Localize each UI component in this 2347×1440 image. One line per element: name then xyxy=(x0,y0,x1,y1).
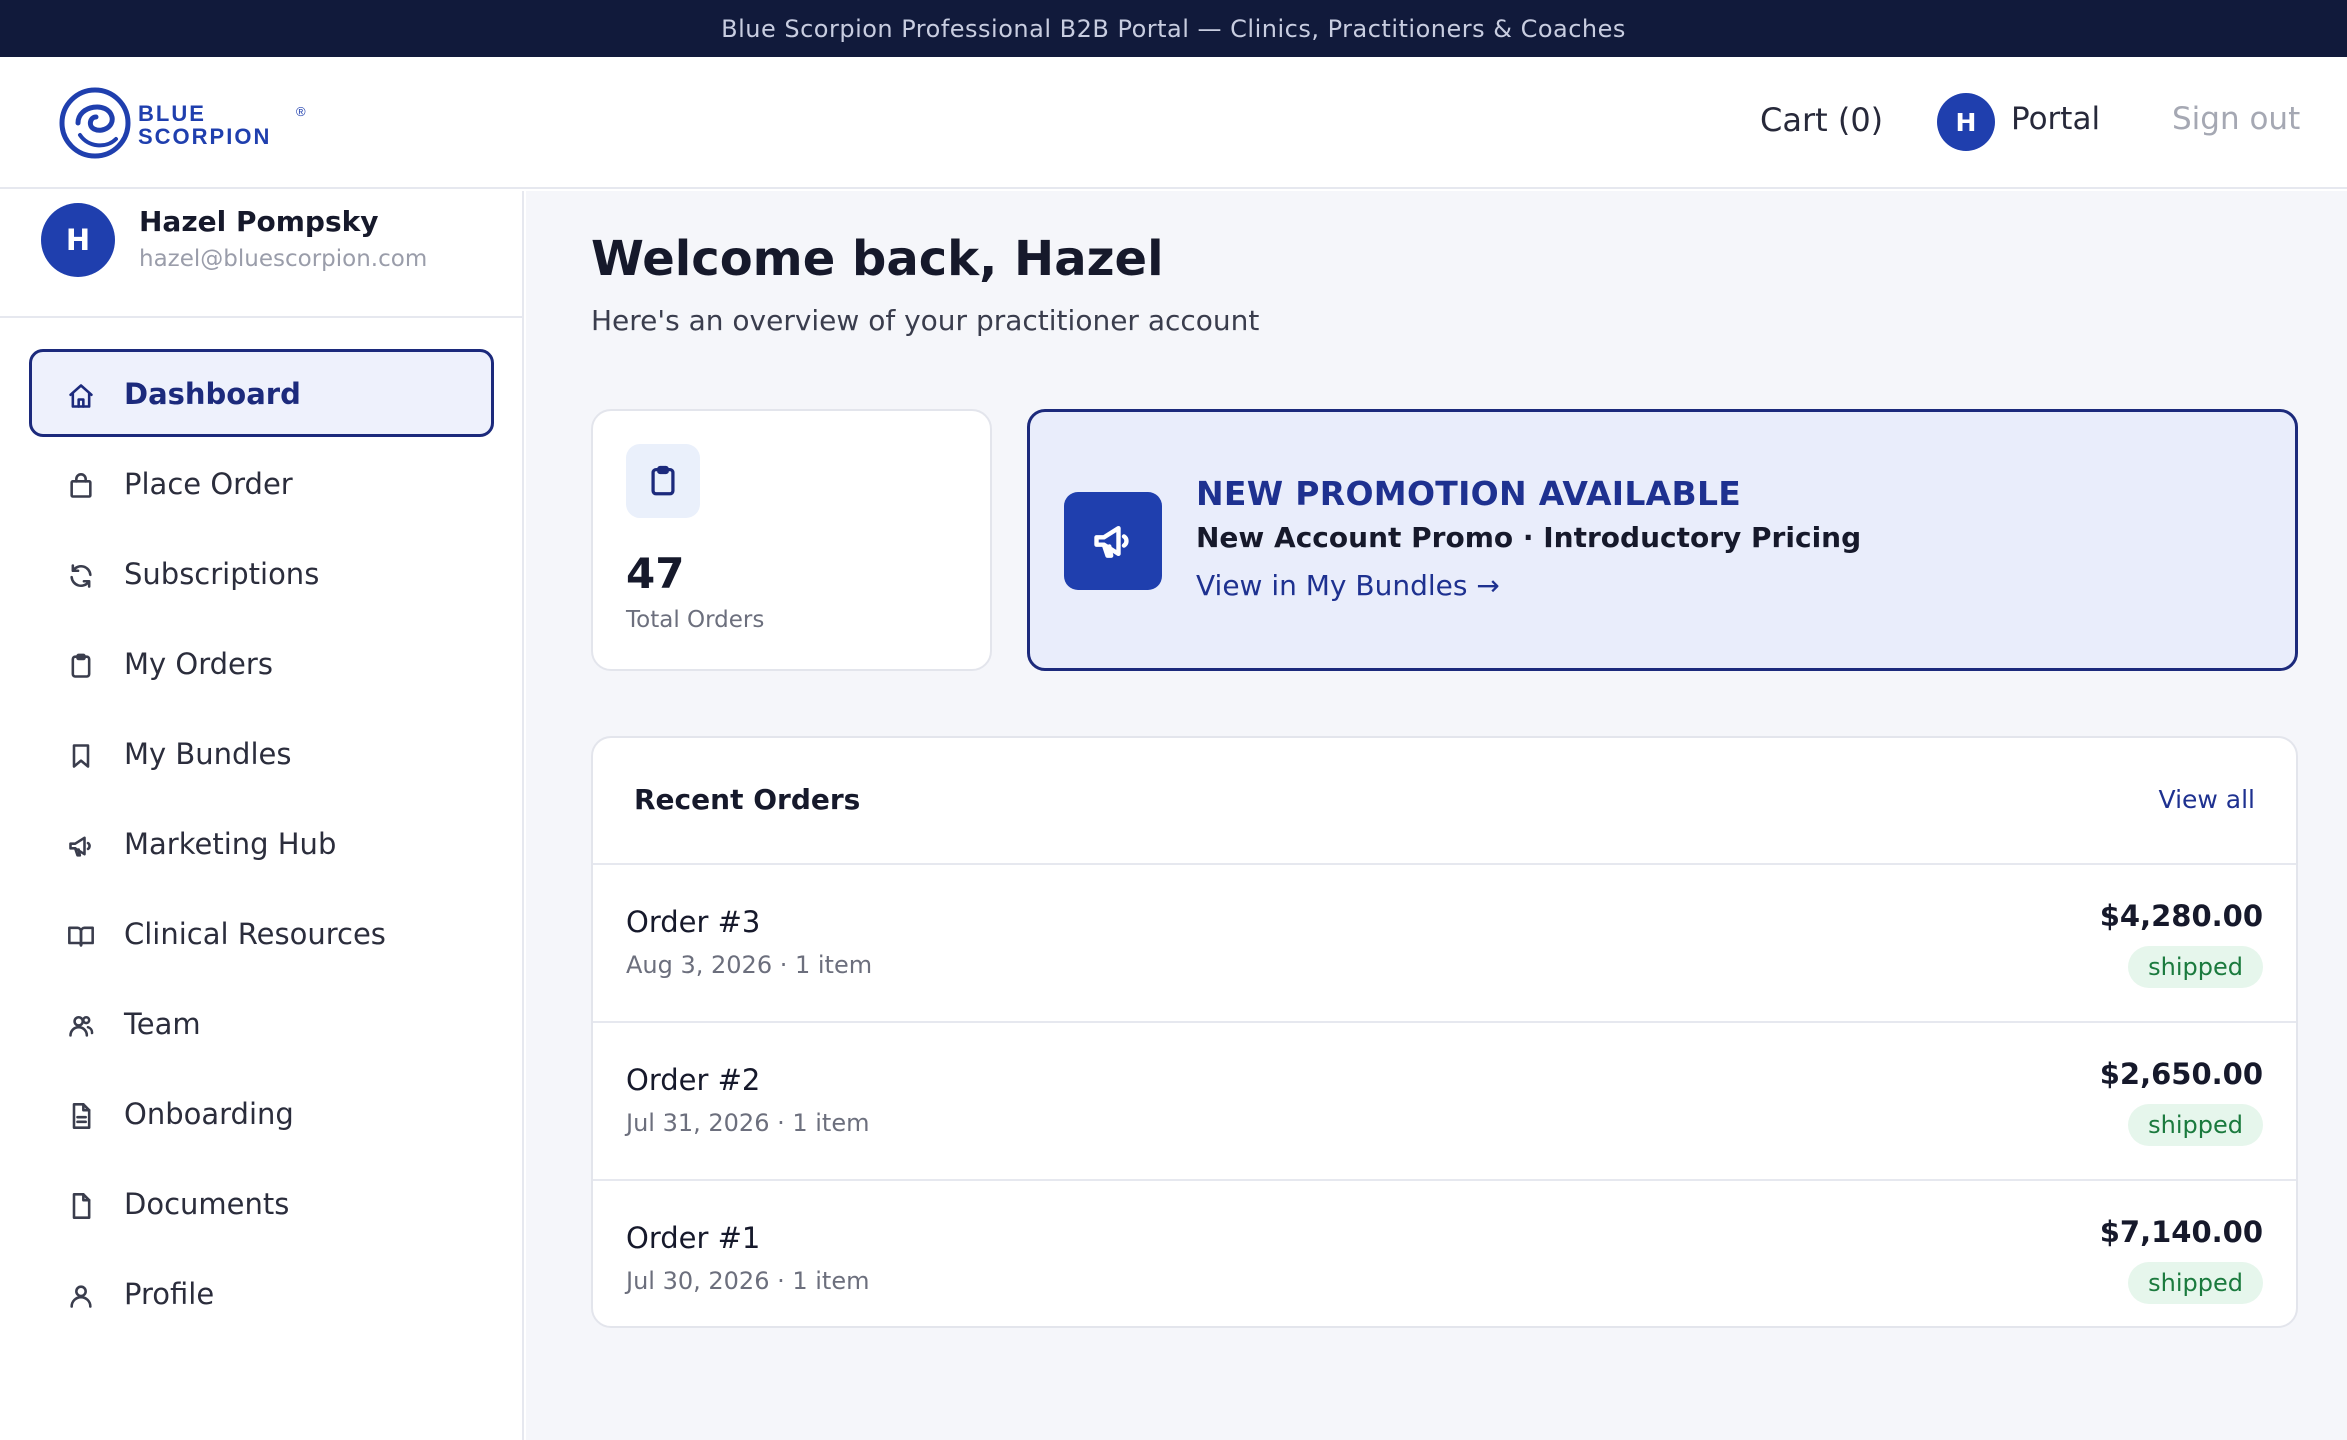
sidebar-item-label: Clinical Resources xyxy=(124,917,386,951)
sidebar-item-clinical-resources[interactable]: Clinical Resources xyxy=(29,889,494,977)
order-amount: $7,140.00 xyxy=(2099,1215,2263,1249)
table-row[interactable]: Order #2 Jul 31, 2026 · 1 item $2,650.00… xyxy=(593,1023,2296,1181)
clipboard-icon xyxy=(626,444,700,518)
status-badge: shipped xyxy=(2128,1104,2263,1146)
brand-logo[interactable]: BLUE SCORPION ® xyxy=(58,83,318,163)
logo-line2: SCORPION xyxy=(138,124,271,149)
user-block: H Hazel Pompsky hazel@bluescorpion.com xyxy=(0,191,522,318)
clipboard-icon xyxy=(67,652,95,680)
shopping-bag-icon xyxy=(67,472,95,500)
sidebar-item-label: Subscriptions xyxy=(124,557,320,591)
top-banner: Blue Scorpion Professional B2B Portal — … xyxy=(0,0,2347,57)
sidebar-item-dashboard[interactable]: Dashboard xyxy=(29,349,494,437)
total-orders-card: 47 Total Orders xyxy=(591,409,992,671)
megaphone-icon xyxy=(67,832,95,860)
view-all-link[interactable]: View all xyxy=(2159,785,2255,814)
page-title: Welcome back, Hazel xyxy=(591,231,1164,287)
bookmark-icon xyxy=(67,742,95,770)
order-amount: $4,280.00 xyxy=(2099,899,2263,933)
sidebar-item-place-order[interactable]: Place Order xyxy=(29,439,494,527)
sidebar-item-subscriptions[interactable]: Subscriptions xyxy=(29,529,494,617)
sidebar-item-documents[interactable]: Documents xyxy=(29,1159,494,1247)
file-icon xyxy=(67,1192,95,1220)
sidebar-item-label: Place Order xyxy=(124,467,293,501)
sidebar-item-team[interactable]: Team xyxy=(29,979,494,1067)
scorpion-logo-icon: BLUE SCORPION ® xyxy=(59,87,306,159)
status-badge: shipped xyxy=(2128,1262,2263,1304)
promotion-card: NEW PROMOTION AVAILABLE New Account Prom… xyxy=(1027,409,2298,671)
header-avatar[interactable]: H xyxy=(1937,93,1995,151)
refresh-icon xyxy=(67,562,95,590)
document-text-icon xyxy=(67,1102,95,1130)
logo-mark: ® xyxy=(296,104,306,119)
sidebar-item-label: Marketing Hub xyxy=(124,827,337,861)
sidebar-item-my-orders[interactable]: My Orders xyxy=(29,619,494,707)
team-icon xyxy=(67,1012,95,1040)
order-meta: Jul 31, 2026 · 1 item xyxy=(626,1109,870,1137)
total-orders-label: Total Orders xyxy=(626,607,765,633)
recent-orders-title: Recent Orders xyxy=(634,783,861,816)
recent-orders-header: Recent Orders View all xyxy=(593,738,2296,865)
user-email: hazel@bluescorpion.com xyxy=(139,246,428,272)
avatar: H xyxy=(41,203,115,277)
sidebar-item-profile[interactable]: Profile xyxy=(29,1249,494,1337)
sidebar-item-my-bundles[interactable]: My Bundles xyxy=(29,709,494,797)
order-amount: $2,650.00 xyxy=(2099,1057,2263,1091)
sidebar-item-marketing-hub[interactable]: Marketing Hub xyxy=(29,799,494,887)
sidebar-item-label: Onboarding xyxy=(124,1097,294,1131)
total-orders-count: 47 xyxy=(626,549,685,598)
order-title: Order #1 xyxy=(626,1221,761,1255)
table-row[interactable]: Order #3 Aug 3, 2026 · 1 item $4,280.00 … xyxy=(593,865,2296,1023)
sidebar-item-label: Documents xyxy=(124,1187,290,1221)
page-subtitle: Here's an overview of your practitioner … xyxy=(591,304,1260,337)
main-content: Welcome back, Hazel Here's an overview o… xyxy=(526,191,2347,1440)
recent-orders-card: Recent Orders View all Order #3 Aug 3, 2… xyxy=(591,736,2298,1328)
table-row[interactable]: Order #1 Jul 30, 2026 · 1 item $7,140.00… xyxy=(593,1181,2296,1326)
user-icon xyxy=(67,1282,95,1310)
sidebar-item-label: My Bundles xyxy=(124,737,292,771)
sign-out-button[interactable]: Sign out xyxy=(2172,101,2300,137)
sidebar: H Hazel Pompsky hazel@bluescorpion.com D… xyxy=(0,191,524,1440)
view-bundles-link[interactable]: View in My Bundles → xyxy=(1196,569,1500,602)
user-name: Hazel Pompsky xyxy=(139,205,379,238)
status-badge: shipped xyxy=(2128,946,2263,988)
home-icon xyxy=(67,382,95,410)
sidebar-item-label: Team xyxy=(124,1007,201,1041)
header: BLUE SCORPION ® Cart (0) H Portal Sign o… xyxy=(0,57,2347,189)
portal-link[interactable]: Portal xyxy=(2011,101,2100,137)
order-title: Order #2 xyxy=(626,1063,761,1097)
sidebar-item-label: My Orders xyxy=(124,647,273,681)
order-title: Order #3 xyxy=(626,905,761,939)
sidebar-item-onboarding[interactable]: Onboarding xyxy=(29,1069,494,1157)
order-meta: Aug 3, 2026 · 1 item xyxy=(626,951,873,979)
promotion-description: New Account Promo · Introductory Pricing xyxy=(1196,521,1862,554)
logo-line1: BLUE xyxy=(138,101,206,126)
book-open-icon xyxy=(67,922,95,950)
banner-text: Blue Scorpion Professional B2B Portal — … xyxy=(721,14,1626,43)
order-meta: Jul 30, 2026 · 1 item xyxy=(626,1267,870,1295)
promotion-title: NEW PROMOTION AVAILABLE xyxy=(1196,474,1742,513)
megaphone-icon xyxy=(1064,492,1162,590)
sidebar-item-label: Dashboard xyxy=(124,377,301,411)
cart-link[interactable]: Cart (0) xyxy=(1760,101,1883,139)
sidebar-nav: Dashboard Place Order Subscriptions My O… xyxy=(29,349,494,1339)
sidebar-item-label: Profile xyxy=(124,1277,215,1311)
